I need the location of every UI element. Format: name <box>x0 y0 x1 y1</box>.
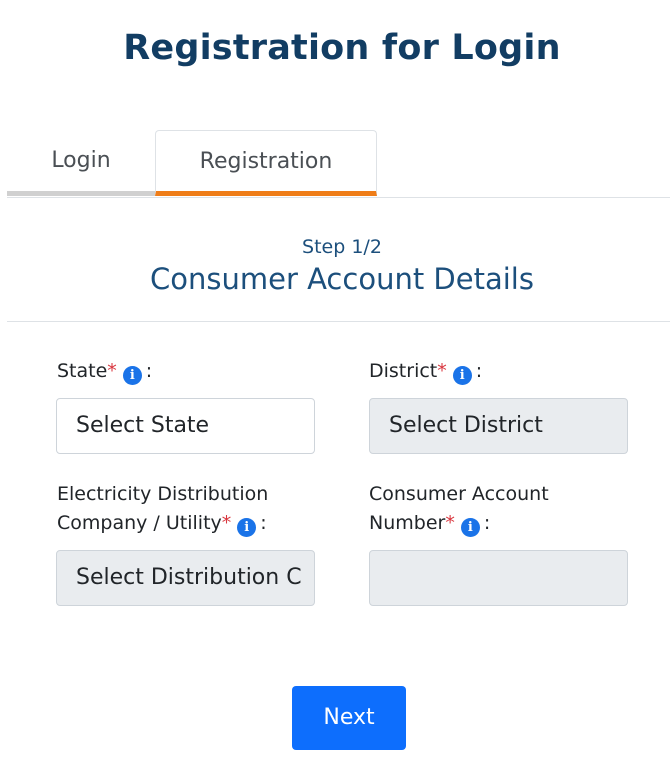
tab-bar: Login Registration <box>7 130 670 198</box>
account-number-label-line2-wrap: Number* i: <box>369 509 549 538</box>
utility-label: Electricity Distribution Company / Utili… <box>57 480 268 538</box>
label-colon: : <box>260 512 267 534</box>
page-title: Registration for Login <box>123 28 561 68</box>
account-number-label-line1: Consumer Account <box>369 483 549 505</box>
required-asterisk: * <box>437 360 447 382</box>
district-label: District* i: <box>369 357 482 386</box>
label-colon: : <box>475 360 483 382</box>
next-button[interactable]: Next <box>292 686 406 750</box>
required-asterisk: * <box>445 512 455 534</box>
required-asterisk: * <box>221 512 232 534</box>
info-icon[interactable]: i <box>122 366 142 385</box>
district-label-text: District <box>369 360 438 382</box>
label-colon: : <box>145 360 153 382</box>
account-number-label-line2: Number <box>369 512 446 534</box>
section-divider <box>7 321 670 322</box>
registration-page: Registration for Login Login Registratio… <box>0 0 670 781</box>
utility-label-line2-wrap: Company / Utility* i: <box>57 509 268 538</box>
required-asterisk: * <box>107 360 117 382</box>
district-select[interactable]: Select District <box>369 398 628 454</box>
tab-registration[interactable]: Registration <box>155 130 377 196</box>
label-colon: : <box>483 512 491 534</box>
info-icon[interactable]: i <box>237 518 257 537</box>
utility-label-line1: Electricity Distribution <box>57 483 269 505</box>
section-title: Consumer Account Details <box>150 262 534 296</box>
account-number-label: Consumer Account Number* i: <box>369 480 549 538</box>
utility-select[interactable]: Select Distribution C <box>56 550 315 606</box>
utility-label-line2: Company / Utility <box>57 512 222 534</box>
info-icon[interactable]: i <box>460 518 480 537</box>
state-label-text: State <box>57 360 108 382</box>
state-label: State* i: <box>57 357 152 386</box>
info-icon[interactable]: i <box>452 366 472 385</box>
step-indicator: Step 1/2 <box>302 236 382 258</box>
state-select[interactable]: Select State <box>56 398 315 454</box>
account-number-input[interactable] <box>369 550 628 606</box>
tab-login[interactable]: Login <box>7 130 155 196</box>
